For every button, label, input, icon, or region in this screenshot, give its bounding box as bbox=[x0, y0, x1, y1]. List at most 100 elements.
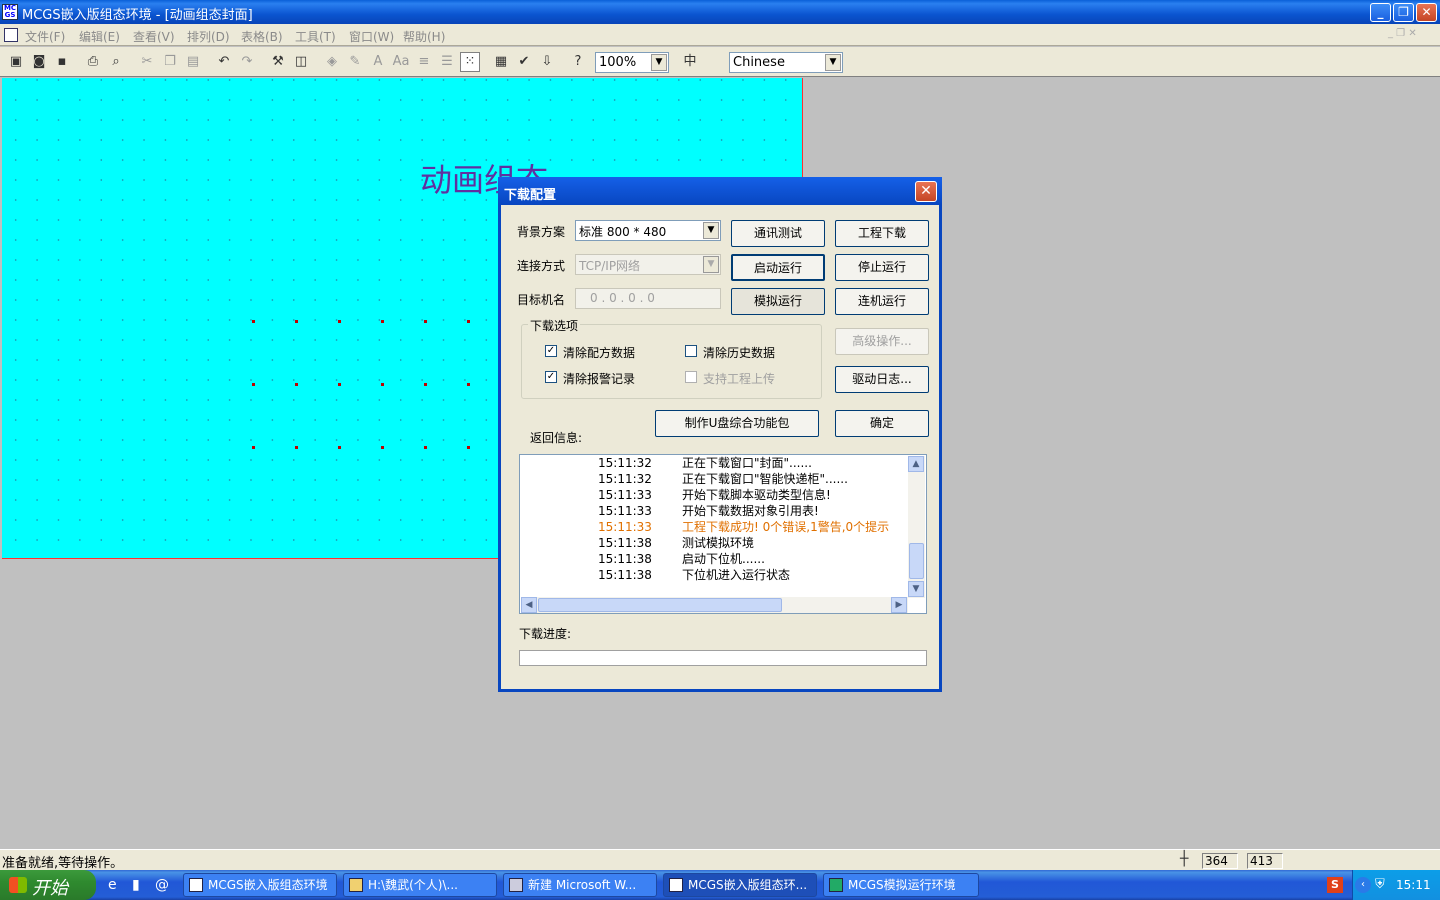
quicklaunch-browser-icon[interactable]: @ bbox=[155, 877, 169, 893]
bg-scheme-select[interactable]: 标准 800 * 480 ▼ bbox=[575, 220, 721, 241]
menu-table[interactable]: 表格(B) bbox=[241, 28, 283, 45]
log-time: 15:11:33 bbox=[598, 520, 652, 534]
font-color-icon[interactable]: A bbox=[368, 52, 388, 72]
clock[interactable]: 15:11 bbox=[1396, 878, 1431, 892]
log-message: 开始下载数据对象引用表! bbox=[682, 504, 819, 518]
task-mcgs-sim[interactable]: MCGS模拟运行环境 bbox=[823, 873, 979, 897]
zoom-select[interactable]: 100% ▼ bbox=[595, 52, 669, 73]
new-window-icon[interactable]: ▣ bbox=[6, 52, 26, 72]
start-label: 开始 bbox=[32, 878, 68, 899]
ok-button[interactable]: 确定 bbox=[835, 410, 929, 437]
handle-dot bbox=[467, 383, 470, 386]
dialog-close-button[interactable]: ✕ bbox=[915, 181, 937, 202]
clear-alarm-checkbox[interactable]: ✓ bbox=[545, 371, 557, 383]
cut-icon[interactable]: ✂ bbox=[137, 52, 157, 72]
minimize-button[interactable]: _ bbox=[1370, 3, 1391, 22]
properties-icon[interactable]: ▦ bbox=[491, 52, 511, 72]
line-color-icon[interactable]: ✎ bbox=[345, 52, 365, 72]
task-label: H:\魏武(个人)\... bbox=[368, 878, 458, 892]
handle-dot bbox=[252, 320, 255, 323]
document-icon[interactable] bbox=[4, 28, 18, 42]
menu-arrange[interactable]: 排列(D) bbox=[187, 28, 230, 45]
paste-icon[interactable]: ▤ bbox=[183, 52, 203, 72]
menu-file[interactable]: 文件(F) bbox=[25, 28, 65, 45]
shield-icon[interactable]: ⛨ bbox=[1375, 877, 1385, 892]
menu-help[interactable]: 帮助(H) bbox=[403, 28, 445, 45]
handle-dot bbox=[295, 383, 298, 386]
scroll-down-icon[interactable]: ▼ bbox=[908, 581, 924, 597]
task-folder[interactable]: H:\魏武(个人)\... bbox=[343, 873, 497, 897]
chevron-down-icon: ▼ bbox=[703, 256, 719, 273]
make-usb-package-button[interactable]: 制作U盘综合功能包 bbox=[655, 410, 819, 437]
toolbox-icon[interactable]: ⚒ bbox=[268, 52, 288, 72]
undo-icon[interactable]: ↶ bbox=[214, 52, 234, 72]
driver-log-button[interactable]: 驱动日志... bbox=[835, 366, 929, 393]
input-method-icon[interactable]: S bbox=[1327, 877, 1343, 893]
copy-icon[interactable]: ❐ bbox=[160, 52, 180, 72]
ie-icon[interactable]: e bbox=[108, 877, 117, 893]
language-icon[interactable]: 中 bbox=[680, 52, 700, 72]
progress-label: 下载进度: bbox=[519, 627, 572, 641]
comm-test-button[interactable]: 通讯测试 bbox=[731, 220, 825, 247]
project-download-button[interactable]: 工程下载 bbox=[835, 220, 929, 247]
handle-dot bbox=[424, 446, 427, 449]
frame-icon[interactable]: ◫ bbox=[291, 52, 311, 72]
menu-view[interactable]: 查看(V) bbox=[133, 28, 175, 45]
task-mcgs-env[interactable]: MCGS嵌入版组态环境 bbox=[183, 873, 337, 897]
sim-run-button[interactable]: 模拟运行 bbox=[731, 288, 825, 315]
scroll-right-icon[interactable]: ▶ bbox=[891, 597, 907, 613]
print-preview-icon[interactable]: ⌕ bbox=[106, 52, 126, 72]
support-upload-checkbox[interactable] bbox=[685, 371, 697, 383]
scroll-up-icon[interactable]: ▲ bbox=[908, 456, 924, 472]
line-width-icon[interactable]: ☰ bbox=[437, 52, 457, 72]
handle-dot bbox=[381, 383, 384, 386]
mdi-controls[interactable]: _ ❐ ✕ bbox=[1388, 28, 1417, 39]
redo-icon[interactable]: ↷ bbox=[237, 52, 257, 72]
online-run-button[interactable]: 连机运行 bbox=[835, 288, 929, 315]
menu-window[interactable]: 窗口(W) bbox=[349, 28, 394, 45]
download-icon[interactable]: ⇩ bbox=[537, 52, 557, 72]
log-message: 下位机进入运行状态 bbox=[682, 568, 791, 582]
target-ip-field[interactable]: 0 . 0 . 0 . 0 bbox=[575, 288, 721, 309]
chevron-down-icon: ▼ bbox=[651, 54, 667, 71]
save-icon[interactable]: ▪ bbox=[52, 52, 72, 72]
log-line: 15:11:38 下位机进入运行状态 bbox=[598, 567, 790, 583]
advanced-button[interactable]: 高级操作... bbox=[835, 328, 929, 355]
help-icon[interactable]: ? bbox=[568, 52, 588, 72]
open-icon[interactable]: ◙ bbox=[29, 52, 49, 72]
task-mcgs-env-active[interactable]: MCGS嵌入版组态环... bbox=[663, 873, 817, 897]
connection-select[interactable]: TCP/IP网络 ▼ bbox=[575, 254, 721, 275]
log-time: 15:11:33 bbox=[598, 504, 652, 518]
dialog-title[interactable]: 下载配置 bbox=[498, 177, 942, 205]
font-icon[interactable]: Aa bbox=[391, 52, 411, 72]
grid-icon[interactable]: ⁙ bbox=[460, 52, 480, 72]
tray-expand-icon[interactable]: ‹ bbox=[1355, 877, 1371, 893]
quicklaunch-app-icon[interactable]: ▮ bbox=[132, 877, 140, 893]
handle-dot bbox=[424, 383, 427, 386]
task-word[interactable]: 新建 Microsoft W... bbox=[503, 873, 657, 897]
check-icon[interactable]: ✔ bbox=[514, 52, 534, 72]
horizontal-scroll-thumb[interactable] bbox=[538, 598, 782, 612]
log-line-warning: 15:11:33 工程下载成功! 0个错误,1警告,0个提示 bbox=[598, 519, 908, 535]
language-select[interactable]: Chinese ▼ bbox=[729, 52, 843, 73]
target-label: 目标机名 bbox=[517, 293, 566, 307]
restore-button[interactable]: ❐ bbox=[1393, 3, 1414, 22]
vertical-scroll-thumb[interactable] bbox=[909, 543, 924, 579]
handle-dot bbox=[381, 320, 384, 323]
handle-dot bbox=[295, 320, 298, 323]
print-icon[interactable]: ⎙ bbox=[83, 52, 103, 72]
scroll-left-icon[interactable]: ◀ bbox=[521, 597, 537, 613]
menu-edit[interactable]: 编辑(E) bbox=[79, 28, 120, 45]
fill-color-icon[interactable]: ◈ bbox=[322, 52, 342, 72]
stop-run-button[interactable]: 停止运行 bbox=[835, 254, 929, 281]
app-icon[interactable]: MC GS bbox=[2, 4, 18, 20]
clear-recipe-checkbox[interactable]: ✓ bbox=[545, 345, 557, 357]
menu-tools[interactable]: 工具(T) bbox=[295, 28, 336, 45]
clear-history-checkbox[interactable] bbox=[685, 345, 697, 357]
close-button[interactable]: ✕ bbox=[1416, 3, 1437, 22]
start-run-button[interactable]: 启动运行 bbox=[731, 254, 825, 281]
handle-dot bbox=[295, 446, 298, 449]
crosshair-icon: ┼ bbox=[1180, 851, 1189, 867]
blank-tool-icon[interactable] bbox=[703, 52, 723, 72]
line-style-icon[interactable]: ≡ bbox=[414, 52, 434, 72]
